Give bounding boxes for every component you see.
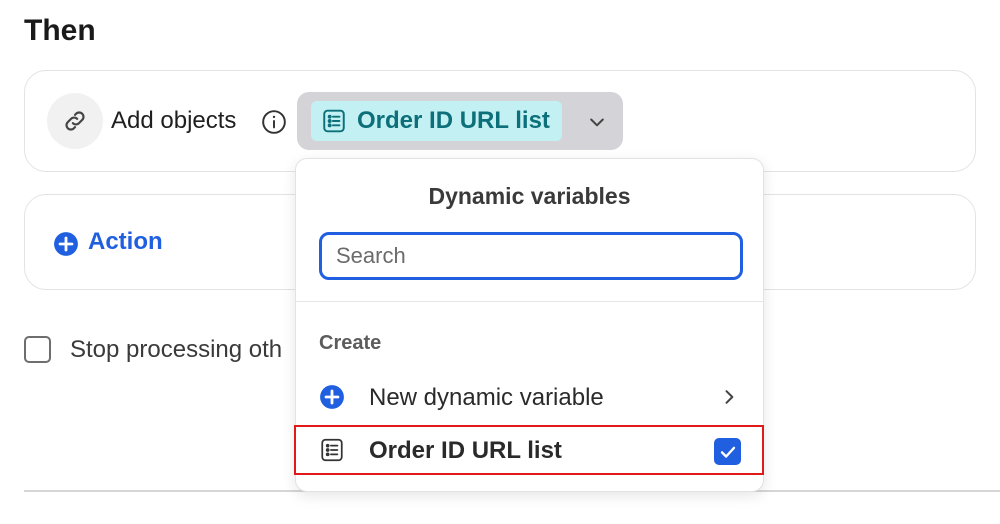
section-title: Then [24, 14, 96, 47]
highlight-box [294, 425, 764, 475]
selected-variable-chip[interactable]: Order ID URL list [311, 101, 562, 141]
plus-circle-icon[interactable] [53, 231, 79, 257]
add-objects-label: Add objects [111, 107, 237, 134]
chevron-down-icon[interactable] [587, 112, 607, 132]
dropdown-divider [296, 301, 763, 302]
new-dynamic-variable-item[interactable]: New dynamic variable [296, 373, 763, 421]
then-card: Add objects Order ID URL list [24, 70, 976, 172]
link-icon-button[interactable] [47, 93, 103, 149]
selected-variable-label: Order ID URL list [357, 107, 550, 134]
add-action-button[interactable]: Action [88, 228, 163, 256]
group-label-create: Create [319, 332, 382, 354]
stop-processing-checkbox[interactable] [24, 336, 51, 363]
variable-select[interactable]: Order ID URL list [297, 92, 623, 150]
stop-processing-label: Stop processing oth [70, 336, 283, 363]
info-icon[interactable] [261, 109, 287, 135]
new-dynamic-variable-label: New dynamic variable [369, 384, 604, 411]
list-icon [323, 109, 345, 133]
link-icon [65, 111, 85, 131]
search-input[interactable] [319, 232, 743, 280]
dropdown-title: Dynamic variables [428, 183, 631, 209]
chevron-right-icon [725, 390, 734, 404]
plus-circle-icon [320, 385, 344, 409]
